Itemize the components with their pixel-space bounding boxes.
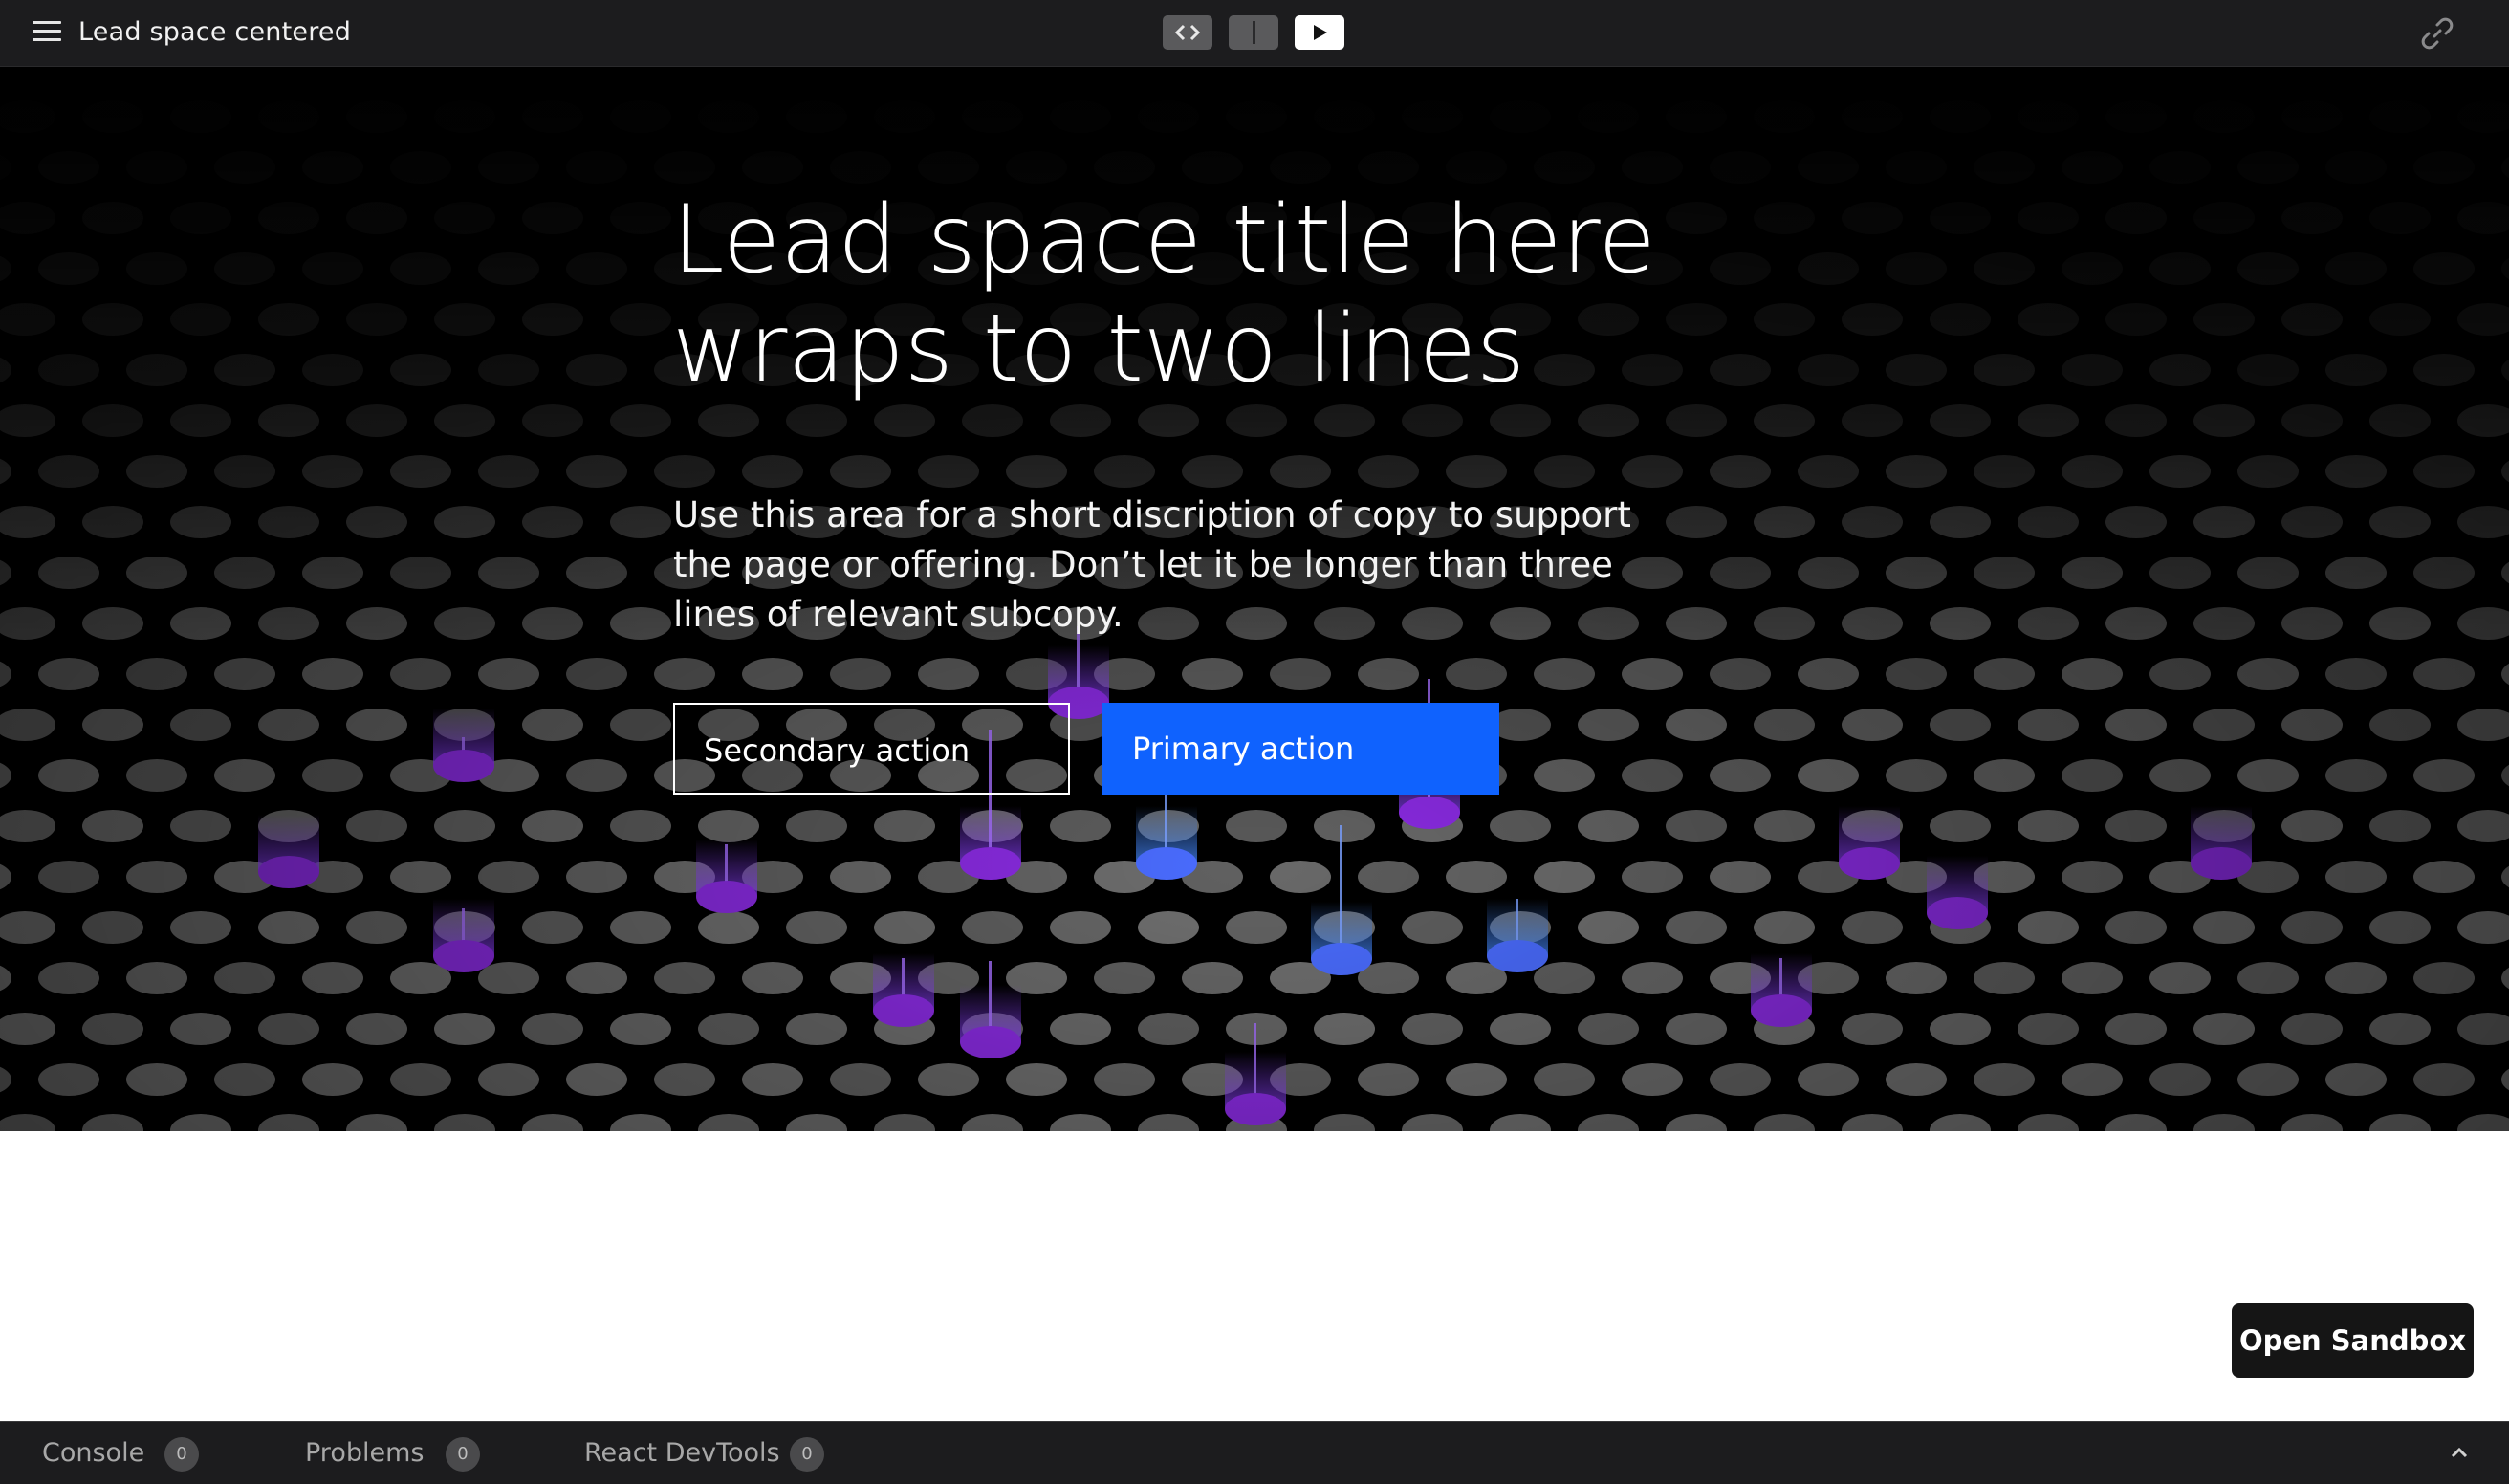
tab-react-devtools-label: React DevTools xyxy=(584,1438,780,1468)
play-icon xyxy=(1314,25,1327,40)
problems-count-badge: 0 xyxy=(446,1437,480,1472)
tab-console-label: Console xyxy=(42,1438,145,1468)
split-view-icon xyxy=(1253,21,1255,44)
console-count-badge: 0 xyxy=(164,1437,199,1472)
tab-console[interactable]: Console 0 xyxy=(0,1422,239,1484)
open-sandbox-label: Open Sandbox xyxy=(2238,1324,2467,1357)
secondary-action-button[interactable]: Secondary action xyxy=(673,703,1070,795)
copy-line-2: the page or offering. Don’t let it be lo… xyxy=(673,544,1613,585)
code-view-button[interactable] xyxy=(1163,15,1212,50)
primary-action-label: Primary action xyxy=(1132,731,1355,767)
tab-react-devtools[interactable]: React DevTools 0 xyxy=(555,1422,861,1484)
toolbar: Lead space centered xyxy=(0,0,2509,67)
tab-problems[interactable]: Problems 0 xyxy=(268,1422,516,1484)
lead-space-copy: Use this area for a short discription of… xyxy=(673,491,1631,640)
react-devtools-count-badge: 0 xyxy=(790,1437,824,1472)
story-title: Lead space centered xyxy=(78,17,352,47)
copy-line-3: lines of relevant subcopy. xyxy=(673,594,1124,635)
tab-problems-label: Problems xyxy=(305,1438,425,1468)
chevron-up-icon[interactable] xyxy=(2450,1446,2469,1459)
title-line-1: Lead space title here xyxy=(672,186,1656,295)
split-view-button[interactable] xyxy=(1229,15,1278,50)
devtools-panel-bar: Console 0 Problems 0 React DevTools 0 xyxy=(0,1421,2509,1484)
link-icon[interactable] xyxy=(2417,13,2457,54)
secondary-action-label: Secondary action xyxy=(704,732,971,769)
title-line-2: wraps to two lines xyxy=(672,295,1526,404)
hamburger-menu-icon[interactable] xyxy=(33,21,61,42)
primary-action-button[interactable]: Primary action xyxy=(1102,703,1499,795)
lead-space-title: Lead space title here wraps to two lines xyxy=(672,186,1724,404)
code-icon xyxy=(1174,24,1201,41)
lead-space: Lead space title here wraps to two lines… xyxy=(0,67,2509,1131)
open-sandbox-button[interactable]: Open Sandbox xyxy=(2232,1303,2474,1378)
preview-view-button[interactable] xyxy=(1295,15,1344,50)
copy-line-1: Use this area for a short discription of… xyxy=(673,494,1631,535)
